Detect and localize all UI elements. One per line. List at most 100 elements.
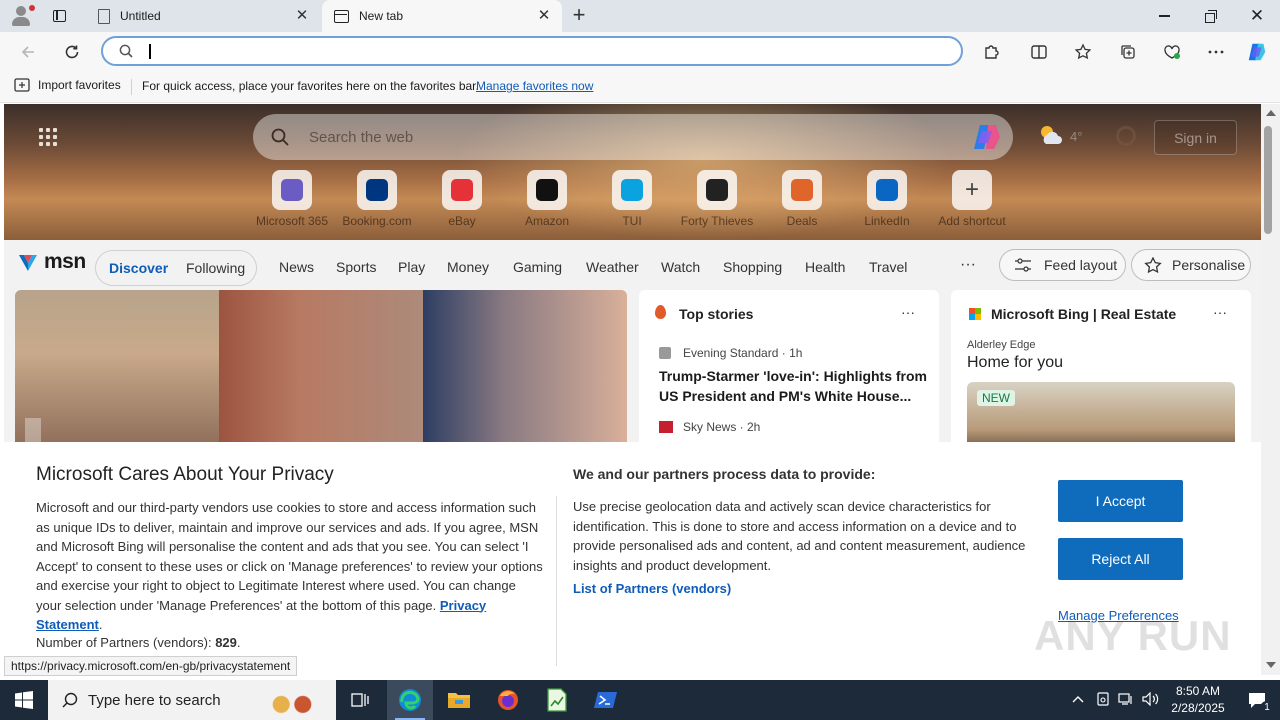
file-explorer-icon[interactable]	[436, 680, 482, 720]
shortcut-linkedin[interactable]: LinkedIn	[845, 170, 929, 228]
scroll-up-icon[interactable]	[1266, 110, 1276, 116]
extensions-icon[interactable]	[980, 41, 1002, 63]
msn-nav-news[interactable]: News	[279, 259, 314, 275]
flame-icon	[655, 305, 666, 319]
weather-icon[interactable]	[1038, 124, 1064, 146]
address-bar[interactable]	[101, 36, 963, 66]
privacy-consent-dialog: Microsoft Cares About Your Privacy Micro…	[4, 442, 1261, 675]
tab-untitled[interactable]: Untitled ✕	[84, 0, 320, 32]
notifications-icon[interactable]: 1	[1234, 680, 1280, 720]
split-screen-icon[interactable]	[1028, 41, 1050, 63]
partners-count-line: Number of Partners (vendors): 829.	[36, 635, 241, 650]
favorites-message: For quick access, place your favorites h…	[142, 79, 479, 93]
document-icon	[98, 8, 110, 24]
tab-new-tab[interactable]: New tab ✕	[322, 0, 562, 32]
shortcut-microsoft-365[interactable]: Microsoft 365	[250, 170, 334, 228]
property-image[interactable]: NEW	[967, 382, 1235, 450]
story-headline[interactable]: Trump-Starmer 'love-in': Highlights from…	[659, 366, 929, 406]
minimize-button[interactable]	[1141, 0, 1187, 32]
shortcut-tui[interactable]: TUI	[590, 170, 674, 228]
close-window-button[interactable]: ✕	[1234, 0, 1280, 32]
consent-body: Microsoft and our third-party vendors us…	[36, 500, 543, 632]
shortcut-label: Add shortcut	[938, 214, 1006, 228]
browser-essentials-icon[interactable]	[1161, 41, 1183, 63]
show-hidden-icons-icon[interactable]	[1072, 692, 1084, 706]
new-tab-plus-icon[interactable]: +	[568, 4, 590, 27]
volume-icon[interactable]	[1142, 691, 1160, 709]
search-icon	[119, 44, 133, 58]
shortcut-deals[interactable]: Deals	[760, 170, 844, 228]
card-more-icon[interactable]: ···	[901, 304, 915, 320]
tab-close-icon[interactable]: ✕	[294, 8, 310, 24]
copilot-icon[interactable]	[971, 123, 1003, 151]
msn-nav-watch[interactable]: Watch	[661, 259, 700, 275]
msn-nav-bar: msn Discover Following News Sports Play Mon…	[4, 240, 1261, 290]
reject-all-button[interactable]: Reject All	[1058, 538, 1183, 580]
bing-card-heading: Home for you	[967, 354, 1064, 371]
network-icon[interactable]	[1118, 692, 1134, 709]
news-photo	[219, 290, 423, 450]
msn-nav-shopping[interactable]: Shopping	[723, 259, 782, 275]
page-scrollbar[interactable]	[1261, 104, 1280, 675]
task-view-icon[interactable]	[337, 680, 383, 720]
msn-nav-weather[interactable]: Weather	[586, 259, 639, 275]
search-highlight-image	[256, 684, 328, 718]
shortcut-booking-com[interactable]: Booking.com	[335, 170, 419, 228]
msn-nav-health[interactable]: Health	[805, 259, 845, 275]
shortcut-label: Forty Thieves	[680, 214, 754, 228]
msn-nav-money[interactable]: Money	[447, 259, 489, 275]
firefox-icon[interactable]	[485, 680, 531, 720]
tab-discover[interactable]: Discover	[109, 260, 168, 276]
start-windows-icon[interactable]	[0, 680, 48, 720]
restore-button[interactable]	[1187, 0, 1233, 32]
favorites-star-icon[interactable]	[1072, 41, 1094, 63]
tab-label: Untitled	[120, 9, 161, 23]
refresh-icon[interactable]	[59, 39, 85, 65]
accept-button[interactable]: I Accept	[1058, 480, 1183, 522]
msn-nav-sports[interactable]: Sports	[336, 259, 376, 275]
spreadsheet-app-icon[interactable]	[534, 680, 580, 720]
import-favorites-button[interactable]: Import favorites	[14, 78, 121, 92]
list-of-partners-link[interactable]: List of Partners (vendors)	[573, 581, 731, 596]
consent-right-body: Use precise geolocation data and activel…	[573, 499, 1026, 573]
tab-close-icon[interactable]: ✕	[536, 8, 552, 24]
collections-icon[interactable]	[1117, 41, 1139, 63]
tab-following[interactable]: Following	[186, 260, 245, 276]
system-clock[interactable]: 8:50 AM 2/28/2025	[1160, 683, 1236, 717]
scroll-thumb[interactable]	[1264, 126, 1272, 234]
hero-news-image[interactable]	[15, 290, 627, 450]
shortcut-ebay[interactable]: eBay	[420, 170, 504, 228]
settings-gear-icon[interactable]	[1116, 126, 1136, 146]
msn-nav-travel[interactable]: Travel	[869, 259, 907, 275]
edge-taskbar-icon[interactable]	[387, 680, 433, 720]
more-nav-icon[interactable]: ···	[960, 256, 976, 274]
shortcut-forty-thieves[interactable]: Forty Thieves	[675, 170, 759, 228]
forty-thieves-icon	[697, 170, 737, 210]
card-more-icon[interactable]: ···	[1213, 304, 1227, 320]
shortcut-amazon[interactable]: Amazon	[505, 170, 589, 228]
more-options-icon[interactable]	[1205, 41, 1227, 63]
powershell-icon[interactable]	[583, 680, 629, 720]
profile-avatar-icon[interactable]	[9, 5, 35, 27]
msn-logo[interactable]: msn	[16, 250, 86, 274]
copilot-icon[interactable]	[1246, 41, 1268, 63]
personalise-button[interactable]: Personalise	[1131, 249, 1251, 281]
manage-favorites-link[interactable]: Manage favorites now	[476, 79, 593, 93]
app-launcher-icon[interactable]	[39, 128, 57, 146]
scroll-down-icon[interactable]	[1266, 662, 1276, 668]
shortcut-add-shortcut[interactable]: + Add shortcut	[930, 170, 1014, 228]
back-arrow-icon[interactable]	[15, 39, 41, 65]
web-search-box[interactable]: Search the web	[253, 114, 1013, 160]
new-badge: NEW	[977, 390, 1015, 406]
windows-taskbar: Type here to search 8:50 AM 2/28/2025 1	[0, 680, 1280, 720]
feed-layout-button[interactable]: Feed layout	[999, 249, 1126, 281]
address-input[interactable]	[155, 42, 935, 62]
device-tray-icon[interactable]	[1096, 692, 1110, 709]
tab-bar: Untitled ✕ New tab ✕ + ✕	[0, 0, 1280, 32]
msn-nav-gaming[interactable]: Gaming	[513, 259, 562, 275]
tab-actions-icon[interactable]	[50, 7, 70, 25]
taskbar-search-box[interactable]: Type here to search	[48, 680, 336, 720]
msn-nav-play[interactable]: Play	[398, 259, 425, 275]
divider	[131, 79, 132, 95]
sign-in-button[interactable]: Sign in	[1154, 120, 1237, 155]
